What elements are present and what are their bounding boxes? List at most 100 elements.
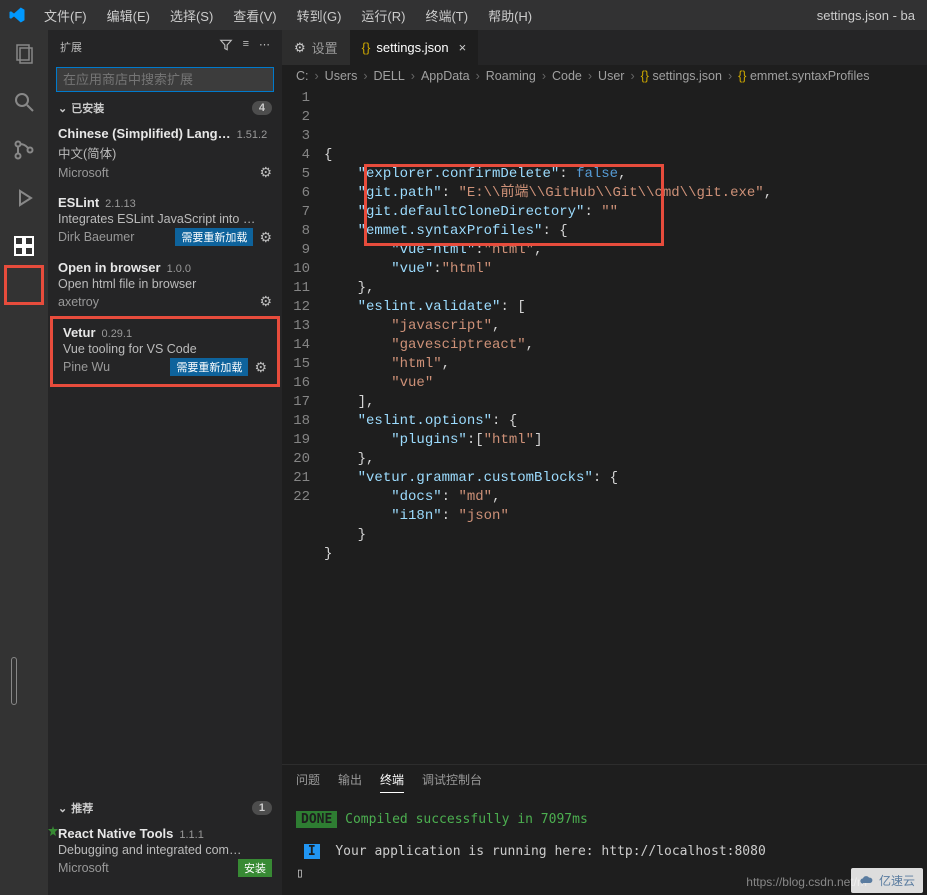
code-line[interactable]: "javascript", — [324, 317, 772, 336]
line-gutter: 12345678910111213141516171819202122 — [282, 89, 324, 564]
breadcrumb-segment[interactable]: {} emmet.syntaxProfiles — [738, 69, 869, 83]
ext-version: 1.0.0 — [167, 263, 191, 275]
code-line[interactable]: "eslint.validate": [ — [324, 298, 772, 317]
source-control-icon[interactable] — [10, 136, 38, 164]
breadcrumb-segment[interactable]: C: — [296, 69, 309, 83]
install-button[interactable]: 安装 — [238, 859, 272, 877]
extension-search-input[interactable] — [56, 67, 274, 92]
code-line[interactable]: "git.path": "E:\\前端\\GitHub\\Git\\cmd\\g… — [324, 184, 772, 203]
chevron-right-icon: › — [363, 69, 367, 83]
extension-item[interactable]: Chinese (Simplified) Lang… 1.51.2中文(简体)M… — [48, 120, 282, 189]
code-line[interactable]: }, — [324, 279, 772, 298]
ext-publisher: Microsoft — [58, 166, 109, 180]
panel-tab[interactable]: 调试控制台 — [422, 771, 482, 793]
search-icon[interactable] — [10, 88, 38, 116]
code-line[interactable]: } — [324, 545, 772, 564]
chevron-right-icon: › — [728, 69, 732, 83]
menu-item[interactable]: 选择(S) — [162, 2, 221, 29]
watermark-logo: 亿速云 — [851, 868, 923, 893]
breadcrumb-segment[interactable]: Code — [552, 69, 582, 83]
gear-icon: ⚙ — [294, 40, 306, 56]
installed-section-header[interactable]: ⌄已安装 4 — [48, 96, 282, 120]
extension-item[interactable]: Open in browser 1.0.0 Open html file in b… — [48, 254, 282, 318]
breadcrumb-segment[interactable]: User — [598, 69, 624, 83]
chevron-right-icon: › — [476, 69, 480, 83]
breadcrumb-segment[interactable]: DELL — [374, 69, 405, 83]
gear-icon[interactable]: ⚙ — [259, 293, 272, 310]
code-line[interactable]: { — [324, 146, 772, 165]
chevron-right-icon: › — [542, 69, 546, 83]
rec-ext-version: 1.1.1 — [179, 829, 203, 841]
menu-item[interactable]: 转到(G) — [289, 2, 350, 29]
menu-bar: 文件(F)编辑(E)选择(S)查看(V)转到(G)运行(R)终端(T)帮助(H) — [36, 2, 540, 29]
breadcrumb[interactable]: C:›Users›DELL›AppData›Roaming›Code›User›… — [282, 65, 927, 87]
menu-item[interactable]: 编辑(E) — [99, 2, 158, 29]
menu-item[interactable]: 文件(F) — [36, 2, 95, 29]
breadcrumb-segment[interactable]: Roaming — [486, 69, 536, 83]
ext-name: Open in browser — [58, 260, 161, 275]
rec-ext-desc: Debugging and integrated com… — [58, 843, 272, 857]
gear-icon[interactable]: ⚙ — [259, 164, 272, 181]
filter-icon[interactable] — [219, 38, 233, 55]
ext-publisher: axetroy — [58, 295, 99, 309]
reload-badge[interactable]: 需要重新加载 — [170, 358, 248, 376]
breadcrumb-segment[interactable]: {} settings.json — [641, 69, 722, 83]
extensions-icon[interactable] — [10, 232, 38, 260]
code-line[interactable]: } — [324, 526, 772, 545]
info-badge: I — [304, 844, 320, 859]
list-icon[interactable]: ≡ — [243, 38, 249, 55]
breadcrumb-segment[interactable]: AppData — [421, 69, 470, 83]
recommended-section-header[interactable]: ⌄推荐 1 — [48, 796, 282, 820]
code-content[interactable]: { "explorer.confirmDelete": false, "git.… — [324, 89, 772, 564]
close-icon[interactable]: × — [459, 40, 467, 55]
code-line[interactable]: "vue-html":"html", — [324, 241, 772, 260]
code-line[interactable]: "i18n": "json" — [324, 507, 772, 526]
ext-desc: Open html file in browser — [58, 277, 272, 291]
code-line[interactable]: "plugins":["html"] — [324, 431, 772, 450]
code-line[interactable]: }, — [324, 450, 772, 469]
code-line[interactable]: "git.defaultCloneDirectory": "" — [324, 203, 772, 222]
gear-icon[interactable]: ⚙ — [259, 229, 272, 246]
panel-tab[interactable]: 问题 — [296, 771, 320, 793]
ext-publisher: Dirk Baeumer — [58, 230, 134, 244]
more-icon[interactable]: ⋯ — [259, 38, 270, 55]
tab-settings[interactable]: ⚙ 设置 — [282, 30, 350, 65]
editor-area: ⚙ 设置 {} settings.json × C: › Users › DELL › Ap… — [282, 30, 927, 895]
code-line[interactable]: "eslint.options": { — [324, 412, 772, 431]
ext-version: 2.1.13 — [105, 198, 136, 210]
extension-item[interactable]: ESLint 2.1.13Integrates ESLint JavaScrip… — [48, 189, 282, 254]
menu-item[interactable]: 终端(T) — [417, 2, 476, 29]
breadcrumb-segment[interactable]: Users — [325, 69, 358, 83]
menu-item[interactable]: 帮助(H) — [480, 2, 540, 29]
menu-item[interactable]: 运行(R) — [353, 2, 413, 29]
installed-label: 已安装 — [71, 103, 104, 115]
debug-icon[interactable] — [10, 184, 38, 212]
gear-icon[interactable]: ⚙ — [254, 359, 267, 376]
code-line[interactable]: "vetur.grammar.customBlocks": { — [324, 469, 772, 488]
rec-ext-publisher: Microsoft — [58, 861, 109, 875]
code-line[interactable]: "docs": "md", — [324, 488, 772, 507]
menu-item[interactable]: 查看(V) — [225, 2, 284, 29]
panel-tab[interactable]: 终端 — [380, 771, 404, 793]
recommended-extension-item[interactable]: React Native Tools 1.1.1 Debugging and i… — [48, 820, 282, 885]
code-line[interactable]: ], — [324, 393, 772, 412]
extension-item[interactable]: Vetur 0.29.1Vue tooling for VS CodePine … — [50, 316, 280, 387]
ext-publisher: Pine Wu — [63, 360, 110, 374]
ext-desc: Integrates ESLint JavaScript into … — [58, 212, 272, 226]
tab-json-label: settings.json — [376, 40, 448, 55]
compile-message: Compiled successfully in 7097ms — [345, 812, 588, 827]
code-line[interactable]: "emmet.syntaxProfiles": { — [324, 222, 772, 241]
ext-version: 0.29.1 — [102, 328, 133, 340]
reload-badge[interactable]: 需要重新加载 — [175, 228, 253, 246]
code-line[interactable]: "explorer.confirmDelete": false, — [324, 165, 772, 184]
tab-settings-json[interactable]: {} settings.json × — [350, 30, 479, 65]
code-line[interactable]: "vue" — [324, 374, 772, 393]
panel-tab[interactable]: 输出 — [338, 771, 362, 793]
panel-tabs: 问题输出终端调试控制台 — [282, 765, 927, 799]
code-editor[interactable]: 12345678910111213141516171819202122 { "e… — [282, 87, 927, 564]
code-line[interactable]: "gavesciptreact", — [324, 336, 772, 355]
explorer-icon[interactable] — [10, 40, 38, 68]
code-line[interactable]: "html", — [324, 355, 772, 374]
code-line[interactable]: "vue":"html" — [324, 260, 772, 279]
json-icon: {} — [362, 40, 371, 55]
